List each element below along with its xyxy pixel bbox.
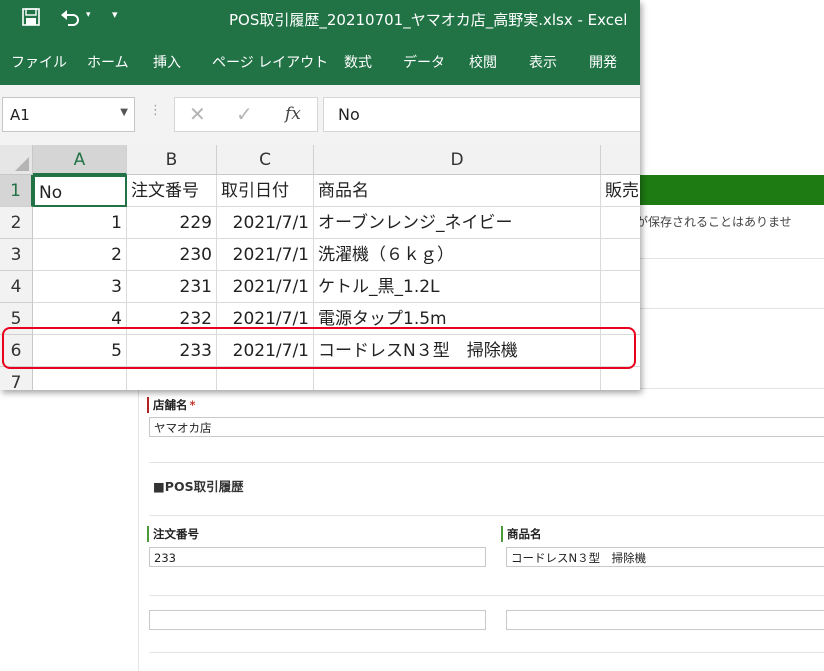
formula-input[interactable]: No <box>323 97 640 132</box>
column-header-c[interactable]: C <box>217 145 314 175</box>
cell-c2[interactable]: 2021/7/1 <box>217 207 314 239</box>
column-header-d[interactable]: D <box>314 145 601 175</box>
column-header-b[interactable]: B <box>127 145 217 175</box>
enter-check-icon[interactable]: ✓ <box>236 102 253 126</box>
cell-c4[interactable]: 2021/7/1 <box>217 271 314 303</box>
divider <box>149 462 824 463</box>
product-name-input[interactable]: コードレスN３型 掃除機 <box>506 547 824 567</box>
tab-review[interactable]: 校閲 <box>469 52 497 72</box>
formula-bar: A1 ▼ ⋮ ✕ ✓ fx No <box>0 85 640 145</box>
cell-b2[interactable]: 229 <box>127 207 217 239</box>
cell-d2[interactable]: オーブンレンジ_ネイビー <box>314 207 601 239</box>
window-title: POS取引履歴_20210701_ヤマオカ店_高野実.xlsx - Excel <box>229 11 628 29</box>
tab-developer[interactable]: 開発 <box>589 52 617 72</box>
cell-e1[interactable]: 販売 <box>601 175 640 207</box>
product-name-input-empty[interactable] <box>506 610 824 630</box>
order-number-input-empty[interactable] <box>149 610 486 630</box>
form-notice: が保存されることはありませ <box>636 215 792 229</box>
column-header-a[interactable]: A <box>33 145 127 175</box>
chevron-down-icon[interactable]: ▼ <box>120 107 128 118</box>
store-name-label: 店舗名 * <box>147 397 196 413</box>
tab-data[interactable]: データ <box>403 52 445 72</box>
formula-value: No <box>338 105 360 124</box>
undo-dropdown-icon[interactable]: ▾ <box>86 10 91 20</box>
cell-a3[interactable]: 2 <box>33 239 127 271</box>
customize-qat-icon[interactable]: ▾ <box>112 8 118 21</box>
cell-b3[interactable]: 230 <box>127 239 217 271</box>
formula-buttons: ✕ ✓ fx <box>174 97 318 132</box>
save-icon[interactable] <box>22 8 40 30</box>
tab-formulas[interactable]: 数式 <box>344 52 372 72</box>
tab-view[interactable]: 表示 <box>529 52 557 72</box>
tab-page-layout[interactable]: ページ レイアウト <box>212 52 328 72</box>
order-number-input[interactable]: 233 <box>149 547 486 567</box>
tab-home[interactable]: ホーム <box>87 52 129 72</box>
row-header[interactable]: 1 <box>0 175 33 207</box>
cell-e2[interactable] <box>601 207 640 239</box>
required-mark: * <box>189 398 196 412</box>
cell-e3[interactable] <box>601 239 640 271</box>
column-header-e[interactable] <box>601 145 640 175</box>
row-header[interactable]: 3 <box>0 239 33 271</box>
cell-b1[interactable]: 注文番号 <box>127 175 217 207</box>
section-title: ■POS取引履歴 <box>153 479 244 494</box>
name-box[interactable]: A1 ▼ <box>2 97 135 132</box>
row-header[interactable]: 2 <box>0 207 33 239</box>
row-header[interactable]: 4 <box>0 271 33 303</box>
cell-a2[interactable]: 1 <box>33 207 127 239</box>
divider <box>149 652 824 653</box>
cancel-icon[interactable]: ✕ <box>189 102 206 126</box>
divider <box>149 595 824 596</box>
cell-d7[interactable] <box>314 367 601 390</box>
order-number-label: 注文番号 <box>147 526 199 542</box>
cell-c7[interactable] <box>217 367 314 390</box>
row-6-highlight <box>2 327 636 369</box>
cell-a1[interactable]: No <box>33 175 127 207</box>
product-name-label: 商品名 <box>501 526 542 542</box>
cell-b4[interactable]: 231 <box>127 271 217 303</box>
tab-insert[interactable]: 挿入 <box>153 52 181 72</box>
insert-function-icon[interactable]: fx <box>285 104 301 124</box>
cell-a7[interactable] <box>33 367 127 390</box>
undo-icon[interactable] <box>60 8 82 30</box>
cell-d3[interactable]: 洗濯機（６ｋｇ） <box>314 239 601 271</box>
name-box-value: A1 <box>10 106 30 124</box>
tab-file[interactable]: ファイル <box>11 52 67 72</box>
cell-e4[interactable] <box>601 271 640 303</box>
cell-d4[interactable]: ケトル_黒_1.2L <box>314 271 601 303</box>
store-name-input[interactable]: ヤマオカ店 <box>149 417 824 437</box>
cell-a4[interactable]: 3 <box>33 271 127 303</box>
row-header[interactable]: 7 <box>0 367 33 390</box>
divider <box>149 515 824 516</box>
title-bar: ▾ ▾ POS取引履歴_20210701_ヤマオカ店_高野実.xlsx - Ex… <box>0 0 640 37</box>
select-all-corner[interactable] <box>0 145 33 175</box>
ribbon-tabs: ファイル ホーム 挿入 ページ レイアウト 数式 データ 校閲 表示 開発 <box>0 37 640 85</box>
cell-e7[interactable] <box>601 367 640 390</box>
cell-c3[interactable]: 2021/7/1 <box>217 239 314 271</box>
vertical-dots-icon: ⋮ <box>149 103 162 118</box>
cell-d1[interactable]: 商品名 <box>314 175 601 207</box>
cell-b7[interactable] <box>127 367 217 390</box>
cell-c1[interactable]: 取引日付 <box>217 175 314 207</box>
